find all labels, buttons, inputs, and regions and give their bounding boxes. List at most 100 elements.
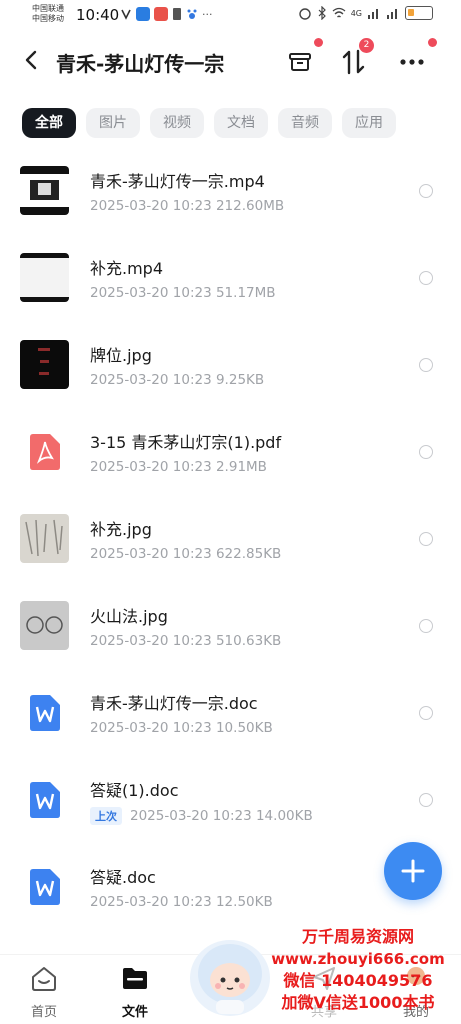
file-name: 火山法.jpg: [90, 607, 168, 626]
watermark-line-3: 微信 1404049576: [283, 971, 433, 990]
nav-files[interactable]: 文件: [105, 963, 165, 1020]
add-button[interactable]: [384, 842, 442, 900]
file-name: 牌位.jpg: [90, 346, 152, 365]
status-time: 10:40: [76, 6, 120, 24]
signal-icon: [368, 9, 378, 19]
file-meta: 2025-03-20 10:23 212.60MB: [90, 198, 285, 214]
sim-icon: [173, 8, 181, 20]
nav-home[interactable]: 首页: [14, 963, 74, 1020]
archive-icon: [289, 53, 311, 71]
carrier-info: 中国联通 中国移动: [32, 4, 64, 24]
video-thumbnail: [20, 166, 69, 215]
file-name: 答疑(1).doc: [90, 781, 179, 800]
signal-icon: [387, 9, 397, 19]
filter-audio[interactable]: 音频: [278, 108, 332, 138]
archive-dot: [314, 38, 323, 47]
folder-icon: [123, 968, 147, 989]
app-notify-icon: [154, 7, 168, 21]
image-thumb-image: [20, 514, 69, 563]
paw-icon: [187, 9, 197, 19]
battery-level: [408, 9, 414, 16]
watermark-line-2: www.zhouyi666.com: [271, 950, 445, 968]
select-radio[interactable]: [419, 619, 433, 633]
nav-home-label: 首页: [30, 1005, 57, 1020]
file-name: 3-15 青禾茅山灯宗(1).pdf: [90, 433, 282, 452]
wifi-icon: [332, 7, 346, 18]
network-type: 4G: [350, 8, 362, 18]
pdf-icon: [30, 434, 60, 470]
filter-docs[interactable]: 文档: [214, 108, 268, 138]
sort-button[interactable]: 2: [338, 38, 374, 78]
select-radio[interactable]: [419, 271, 433, 285]
battery-icon: [405, 6, 433, 20]
file-name: 答疑.doc: [90, 868, 156, 887]
file-meta: 上次 2025-03-20 10:23 14.00KB: [90, 807, 313, 825]
select-radio[interactable]: [419, 532, 433, 546]
select-radio[interactable]: [419, 445, 433, 459]
alarm-icon: [299, 8, 311, 20]
image-thumb-image: [20, 601, 69, 650]
home-icon: [32, 967, 56, 991]
watermark-overlay: 万千周易资源网 www.zhouyi666.com 微信 1404049576 …: [258, 926, 458, 1014]
image-thumbnail: [20, 514, 69, 563]
file-meta: 2025-03-20 10:23 12.50KB: [90, 894, 273, 910]
file-name: 青禾-茅山灯传一宗.mp4: [90, 172, 265, 191]
image-thumbnail: [20, 601, 69, 650]
list-item[interactable]: 补充.jpg 2025-03-20 10:23 622.85KB: [0, 496, 461, 583]
more-icon: [400, 59, 424, 65]
word-icon: [30, 695, 60, 731]
video-thumb-image: [20, 253, 69, 302]
status-bar: 中国联通 中国移动 10:40 ··· 4G: [0, 0, 461, 34]
list-item[interactable]: 3-15 青禾茅山灯宗(1).pdf 2025-03-20 10:23 2.91…: [0, 409, 461, 496]
filter-apps[interactable]: 应用: [342, 108, 396, 138]
file-name: 青禾-茅山灯传一宗.doc: [90, 694, 258, 713]
nav-files-label: 文件: [121, 1005, 148, 1020]
status-right: 4G: [298, 6, 433, 20]
bluetooth-icon: [318, 6, 326, 20]
filter-bar: 全部 图片 视频 文档 音频 应用: [22, 108, 461, 140]
file-meta: 2025-03-20 10:23 510.63KB: [90, 633, 282, 649]
app-notify-icon: [136, 7, 150, 21]
word-icon: [30, 782, 60, 818]
file-meta: 2025-03-20 10:23 622.85KB: [90, 546, 282, 562]
file-meta: 2025-03-20 10:23 9.25KB: [90, 372, 265, 388]
filter-all[interactable]: 全部: [22, 108, 76, 138]
file-name: 补充.mp4: [90, 259, 164, 278]
more-dot: [428, 38, 437, 47]
list-item[interactable]: 答疑(1).doc 上次 2025-03-20 10:23 14.00KB: [0, 757, 461, 844]
image-thumb-image: [20, 340, 69, 389]
file-meta: 2025-03-20 10:23 51.17MB: [90, 285, 276, 301]
word-icon: [30, 869, 60, 905]
select-radio[interactable]: [419, 706, 433, 720]
list-item[interactable]: 青禾-茅山灯传一宗.doc 2025-03-20 10:23 10.50KB: [0, 670, 461, 757]
list-item[interactable]: 补充.mp4 2025-03-20 10:23 51.17MB: [0, 235, 461, 322]
more-dots-icon: ···: [202, 7, 213, 21]
list-item[interactable]: 青禾-茅山灯传一宗.mp4 2025-03-20 10:23 212.60MB: [0, 148, 461, 235]
carrier-1: 中国联通: [32, 4, 64, 13]
filter-images[interactable]: 图片: [86, 108, 140, 138]
page-title: 青禾-茅山灯传一宗: [56, 52, 225, 76]
list-item[interactable]: 牌位.jpg 2025-03-20 10:23 9.25KB: [0, 322, 461, 409]
last-opened-tag: 上次: [90, 807, 122, 825]
archive-button[interactable]: [284, 38, 323, 78]
back-icon: [25, 50, 37, 70]
back-button[interactable]: [18, 46, 46, 74]
select-radio[interactable]: [419, 358, 433, 372]
sort-badge: 2: [359, 38, 374, 53]
plus-icon: [401, 859, 425, 883]
notify-icon: [121, 9, 131, 20]
header: 青禾-茅山灯传一宗 2: [0, 34, 461, 90]
select-radio[interactable]: [419, 793, 433, 807]
filter-videos[interactable]: 视频: [150, 108, 204, 138]
file-name: 补充.jpg: [90, 520, 152, 539]
more-button[interactable]: [396, 38, 437, 78]
file-meta: 2025-03-20 10:23 10.50KB: [90, 720, 273, 736]
video-thumbnail: [20, 253, 69, 302]
video-thumb-image: [20, 166, 69, 215]
image-thumbnail: [20, 340, 69, 389]
select-radio[interactable]: [419, 184, 433, 198]
list-item[interactable]: 火山法.jpg 2025-03-20 10:23 510.63KB: [0, 583, 461, 670]
file-meta: 2025-03-20 10:23 2.91MB: [90, 459, 267, 475]
carrier-2: 中国移动: [32, 14, 64, 23]
watermark-line-1: 万千周易资源网: [301, 927, 414, 946]
